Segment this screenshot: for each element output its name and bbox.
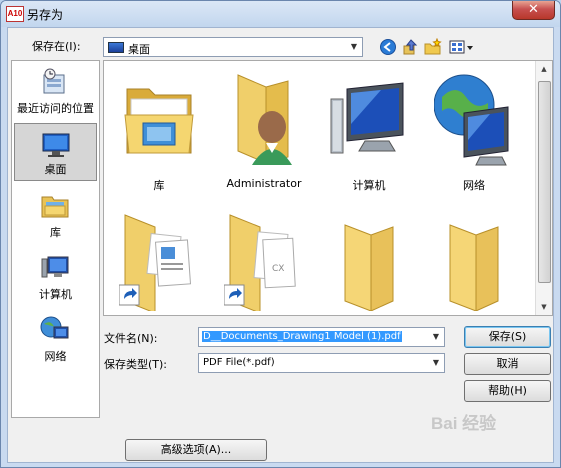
svg-text:CX: CX (272, 264, 284, 274)
filename-input[interactable]: D__Documents_Drawing1 Model (1).pdf (202, 331, 402, 342)
watermark: Bai 经验 (431, 414, 497, 433)
close-icon: ✕ (528, 2, 539, 17)
scrollbar-thumb[interactable] (538, 81, 551, 283)
place-label: 最近访问的位置 (17, 102, 94, 115)
filename-label: 文件名(N): (104, 332, 158, 345)
file-label: 计算机 (352, 179, 386, 192)
place-label: 桌面 (44, 163, 67, 176)
file-item-folder-1[interactable] (319, 211, 419, 315)
place-label: 计算机 (39, 288, 72, 301)
file-item-computer[interactable]: 计算机 (319, 69, 419, 199)
advanced-options-button[interactable]: 高级选项(A)... (125, 439, 267, 461)
desktop-mini-icon (108, 42, 124, 53)
location-value: 桌面 (128, 43, 150, 56)
close-button[interactable]: ✕ (512, 1, 555, 20)
save-as-dialog: A10 另存为 ✕ 保存在(I): 桌面 ▼ 最近访问的位置 桌面 库 计算机 … (0, 0, 561, 468)
library-folder-icon (124, 88, 194, 154)
places-bar: 最近访问的位置 桌面 库 计算机 网络 (11, 60, 100, 418)
view-menu-icon[interactable] (449, 38, 475, 56)
up-folder-icon[interactable] (402, 38, 420, 56)
title-bar[interactable]: A10 另存为 ✕ (1, 1, 560, 27)
vertical-scrollbar[interactable]: ▲ ▼ (535, 61, 552, 315)
file-label: 网络 (463, 179, 485, 192)
file-item-administrator[interactable]: Administrator (214, 69, 314, 199)
filetype-value: PDF File(*.pdf) (203, 357, 275, 368)
place-desktop[interactable]: 桌面 (14, 123, 97, 181)
place-library[interactable]: 库 (14, 185, 97, 243)
folder-icon (449, 224, 499, 311)
file-label: Administrator (226, 177, 302, 190)
help-button[interactable]: 帮助(H) (464, 380, 551, 402)
file-item-network[interactable]: 网络 (424, 69, 524, 199)
location-combo[interactable]: 桌面 ▼ (103, 37, 363, 57)
save-in-label: 保存在(I): (32, 40, 81, 53)
place-label: 网络 (44, 350, 67, 363)
dialog-client: 保存在(I): 桌面 ▼ 最近访问的位置 桌面 库 计算机 网络 库 Admin… (7, 27, 554, 463)
filename-value-wrap: D__Documents_Drawing1 Model (1).pdf (202, 331, 402, 342)
shortcut-folder-icon (119, 214, 192, 311)
file-item-folder-2[interactable] (424, 211, 524, 315)
scroll-up-icon[interactable]: ▲ (536, 61, 552, 77)
cancel-button[interactable]: 取消 (464, 353, 551, 375)
chevron-down-icon[interactable]: ▼ (428, 354, 444, 372)
back-icon[interactable] (379, 38, 397, 56)
shortcut-folder-icon: CX (224, 214, 296, 311)
place-computer[interactable]: 计算机 (14, 247, 97, 305)
recent-places-icon (43, 68, 65, 94)
user-folder-icon (237, 74, 292, 165)
chevron-down-icon[interactable]: ▼ (428, 328, 444, 346)
new-folder-icon[interactable] (424, 38, 442, 56)
filetype-select[interactable]: PDF File(*.pdf) ▼ (198, 353, 445, 373)
save-button[interactable]: 保存(S) (464, 326, 551, 348)
file-item-library[interactable]: 库 (109, 69, 209, 199)
file-list-pane[interactable]: 库 Administrator 计算机 网络 CX ▲ ▼ (103, 60, 553, 316)
file-item-shortcut-1[interactable] (109, 211, 209, 315)
place-network[interactable]: 网络 (14, 309, 97, 367)
place-recent[interactable]: 最近访问的位置 (14, 61, 97, 119)
filename-combo[interactable]: D__Documents_Drawing1 Model (1).pdf ▼ (198, 327, 445, 347)
filetype-label: 保存类型(T): (104, 358, 168, 371)
file-item-shortcut-2[interactable]: CX (214, 211, 314, 315)
network-icon (40, 316, 69, 339)
network-icon (434, 74, 509, 166)
chevron-down-icon[interactable]: ▼ (346, 38, 362, 56)
window-title: 另存为 (27, 8, 64, 22)
folder-icon (344, 224, 394, 311)
place-label: 库 (50, 226, 61, 239)
file-label: 库 (153, 179, 165, 192)
computer-icon (330, 82, 404, 154)
computer-icon (41, 256, 69, 278)
app-icon: A10 (6, 6, 24, 22)
scroll-down-icon[interactable]: ▼ (536, 299, 552, 315)
desktop-icon (42, 133, 70, 157)
library-icon (41, 196, 69, 218)
